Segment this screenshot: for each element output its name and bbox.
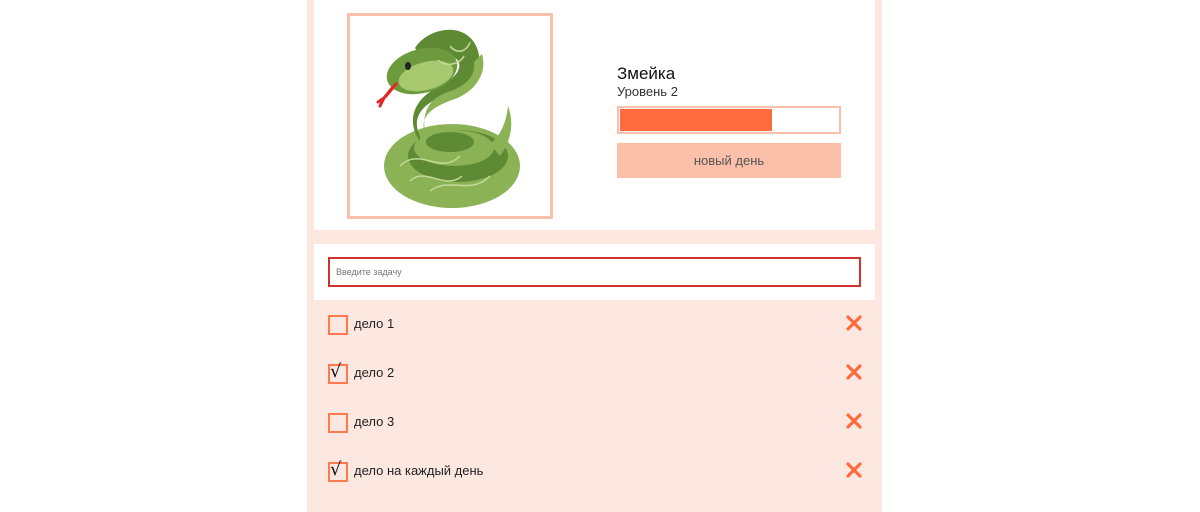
close-icon[interactable] xyxy=(845,461,863,479)
task-checkbox[interactable]: √ xyxy=(328,361,348,384)
task-checkbox[interactable] xyxy=(328,315,348,335)
task-list: дело 1 √ дело 2 дело 3 √ дело на каждый … xyxy=(307,300,882,496)
snake-icon xyxy=(376,29,520,208)
pet-name: Змейка xyxy=(617,64,676,83)
level-progress-fill xyxy=(620,109,772,131)
task-label: дело 3 xyxy=(354,414,395,429)
pet-info: Змейка Уровень 2 новый день xyxy=(617,64,841,178)
task-label: дело 2 xyxy=(354,365,395,380)
task-item: √ дело 2 xyxy=(307,349,882,398)
close-icon[interactable] xyxy=(845,363,863,381)
task-item: дело 1 xyxy=(307,300,882,349)
task-label: дело 1 xyxy=(354,316,395,331)
check-icon: √ xyxy=(330,459,342,480)
task-label: дело на каждый день xyxy=(354,463,484,478)
check-icon: √ xyxy=(330,361,342,382)
task-item: дело 3 xyxy=(307,398,882,447)
task-checkbox[interactable]: √ xyxy=(328,459,348,482)
task-item: √ дело на каждый день xyxy=(307,447,882,496)
pet-image xyxy=(347,13,553,219)
close-icon[interactable] xyxy=(845,412,863,430)
pet-card: Змейка Уровень 2 новый день xyxy=(314,0,875,230)
task-input-card xyxy=(314,244,875,300)
pet-level: Уровень 2 xyxy=(617,84,678,99)
level-progress-bar xyxy=(617,106,841,134)
task-checkbox[interactable] xyxy=(328,413,348,433)
app-container: Змейка Уровень 2 новый день дело 1 √ дел… xyxy=(307,0,882,512)
task-input[interactable] xyxy=(328,257,861,287)
close-icon[interactable] xyxy=(845,314,863,332)
new-day-button[interactable]: новый день xyxy=(617,143,841,178)
